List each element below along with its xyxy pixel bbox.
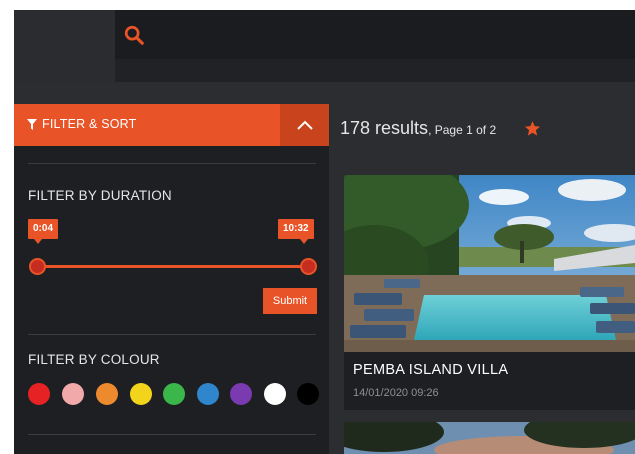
duration-min-label: 0:04 [28, 219, 59, 244]
colour-swatch-orange[interactable] [96, 383, 118, 405]
results-page-info: , Page 1 of 2 [428, 123, 497, 137]
submit-button[interactable]: Submit [263, 288, 317, 314]
duration-filter-title: FILTER BY DURATION [28, 188, 172, 203]
top-bar [14, 10, 635, 82]
colour-swatch-yellow[interactable] [130, 383, 152, 405]
app-frame: FILTER & SORT FILTER BY DURATION 0:04 10… [14, 10, 635, 454]
card-title[interactable]: PEMBA ISLAND VILLA [353, 362, 508, 378]
search-input[interactable] [155, 20, 615, 50]
colour-swatch-black[interactable] [297, 383, 319, 405]
duration-max-label: 10:32 [278, 219, 314, 244]
filter-sort-title: FILTER & SORT [42, 117, 137, 131]
colour-swatch-white[interactable] [264, 383, 286, 405]
star-icon[interactable] [524, 120, 541, 137]
collapse-button[interactable] [280, 104, 329, 146]
search-bar[interactable] [115, 10, 635, 59]
chevron-up-icon [297, 120, 313, 130]
divider [28, 334, 316, 335]
search-icon[interactable] [123, 24, 145, 46]
results-summary: 178 results, Page 1 of 2 [340, 118, 496, 139]
logo-area [14, 10, 115, 82]
duration-slider-track[interactable] [37, 265, 308, 268]
result-card[interactable] [344, 422, 635, 454]
colour-swatch-blue[interactable] [197, 383, 219, 405]
filter-sort-header[interactable]: FILTER & SORT [14, 104, 329, 146]
divider [28, 434, 316, 435]
results-count: 178 results [340, 118, 429, 138]
colour-filter-title: FILTER BY COLOUR [28, 352, 160, 367]
colour-swatch-purple[interactable] [230, 383, 252, 405]
funnel-icon [27, 119, 37, 130]
duration-slider-max-handle[interactable] [300, 258, 317, 275]
colour-swatch-red[interactable] [28, 383, 50, 405]
colour-swatch-green[interactable] [163, 383, 185, 405]
divider [28, 163, 316, 164]
duration-slider-min-handle[interactable] [29, 258, 46, 275]
card-date: 14/01/2020 09:26 [353, 387, 439, 399]
villa-pool-photo [344, 175, 635, 352]
colour-swatch-pink[interactable] [62, 383, 84, 405]
landscape-photo [344, 422, 635, 454]
result-card[interactable]: PEMBA ISLAND VILLA 14/01/2020 09:26 [344, 175, 635, 410]
